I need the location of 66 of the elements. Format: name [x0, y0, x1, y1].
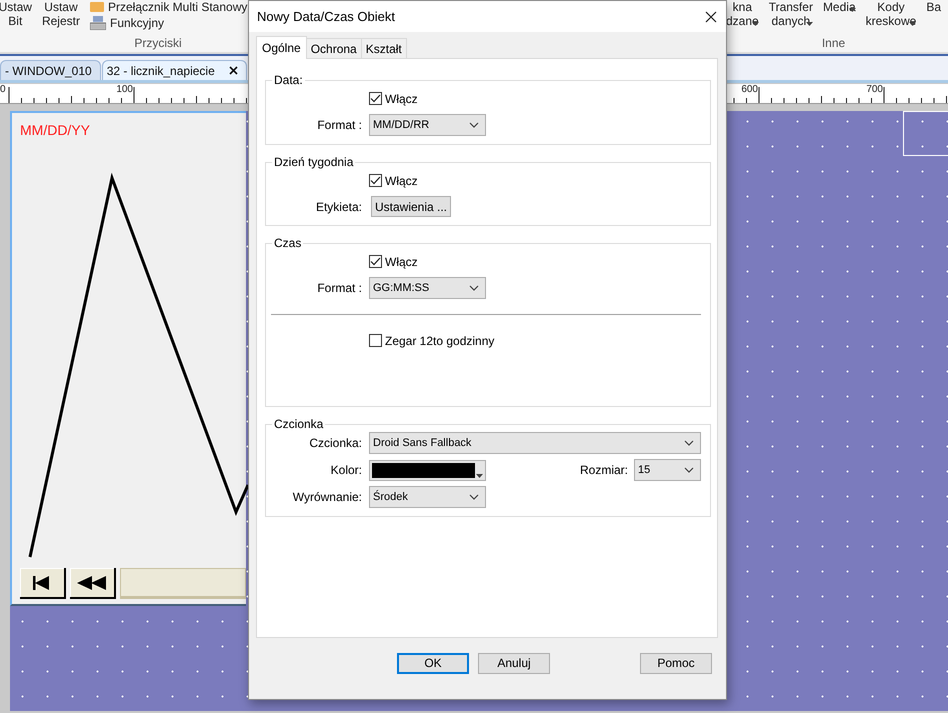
checkbox-label[interactable]: Włącz — [369, 92, 418, 106]
check-icon — [370, 94, 381, 103]
dropdown[interactable]: Środek — [369, 486, 486, 508]
ribbon-button[interactable]: Funkcyjny — [90, 16, 248, 30]
close-icon[interactable] — [705, 10, 717, 22]
group-title: Dzień tygodnia — [273, 155, 354, 169]
ribbon-button[interactable]: kna dzane — [726, 0, 759, 26]
document-tab[interactable]: - WINDOW_010 — [0, 60, 101, 80]
group-title: Czcionka — [273, 417, 324, 431]
checkbox[interactable] — [369, 174, 382, 187]
field-label: Format : — [316, 281, 362, 295]
dropdown[interactable]: GG:MM:SS — [369, 277, 486, 299]
ribbon-button[interactable]: Ustaw Rejestr — [42, 0, 80, 28]
checkbox-label[interactable]: Włącz — [369, 174, 418, 188]
color-picker[interactable] — [369, 460, 486, 480]
switch-icon — [90, 2, 104, 12]
checkbox[interactable] — [369, 92, 382, 105]
dialog-button[interactable]: OK — [397, 652, 469, 674]
check-icon — [370, 176, 381, 185]
field-label: Kolor: — [330, 463, 362, 477]
keyboard-icon — [90, 16, 106, 30]
field-label: Format : — [316, 118, 362, 132]
rewind-button[interactable] — [70, 568, 116, 599]
field-label: Czcionka: — [308, 436, 362, 450]
checkbox[interactable] — [369, 255, 382, 268]
window-title: Nowy Data/Czas Obiekt — [257, 9, 395, 24]
settings-button[interactable]: Ustawienia ... — [371, 196, 451, 217]
ribbon-button[interactable]: Media — [822, 0, 856, 12]
ribbon-button[interactable]: Transfer danych — [768, 0, 813, 26]
ruler-label: 700 — [866, 84, 883, 95]
checkbox[interactable] — [369, 334, 382, 347]
document-tab[interactable]: 32 - licznik_napiecie — [102, 60, 247, 80]
dropdown[interactable]: 15 — [634, 459, 701, 481]
chevron-down-icon — [469, 122, 479, 128]
date-text: MM/DD/YY — [20, 122, 90, 138]
dialog-button[interactable]: Pomoc — [640, 652, 712, 674]
chevron-down-icon — [684, 467, 694, 473]
checkbox-label[interactable]: Zegar 12to godzinny — [369, 334, 494, 348]
skip-to-start-icon — [33, 576, 51, 590]
ribbon-button[interactable]: Przełącznik Multi Stanowy — [90, 0, 248, 14]
field-label: Etykieta: — [314, 200, 362, 214]
field-label: Rozmiar: — [580, 463, 628, 477]
ribbon-group-label: Inne — [822, 36, 846, 50]
chevron-down-icon — [684, 440, 694, 446]
ruler-label: 0 — [0, 84, 6, 95]
dropdown[interactable]: Droid Sans Fallback — [369, 432, 701, 454]
check-icon — [370, 257, 381, 266]
group-title: Data: — [273, 73, 304, 87]
tab[interactable]: Ogólne — [256, 36, 307, 59]
chevron-down-icon — [469, 285, 479, 291]
caret-icon — [476, 474, 483, 478]
rewind-icon — [77, 576, 107, 590]
checkbox-label[interactable]: Włącz — [369, 254, 418, 268]
ribbon-button[interactable]: Kody kreskowe — [866, 0, 916, 26]
ribbon-group-label: Przyciski — [134, 36, 182, 50]
chevron-down-icon — [469, 494, 479, 500]
dialog-button[interactable]: Anuluj — [478, 652, 550, 674]
ribbon-button[interactable]: Ba — [926, 0, 941, 14]
tab[interactable]: Kształt — [360, 38, 407, 58]
field-label: Wyrównanie: — [292, 490, 362, 504]
dropdown[interactable]: MM/DD/RR — [369, 114, 486, 136]
ruler-label: 100 — [116, 84, 133, 95]
first-button[interactable] — [20, 568, 66, 599]
ruler-label: 600 — [741, 84, 758, 95]
group-title: Czas — [273, 236, 302, 250]
close-icon[interactable] — [228, 66, 238, 75]
